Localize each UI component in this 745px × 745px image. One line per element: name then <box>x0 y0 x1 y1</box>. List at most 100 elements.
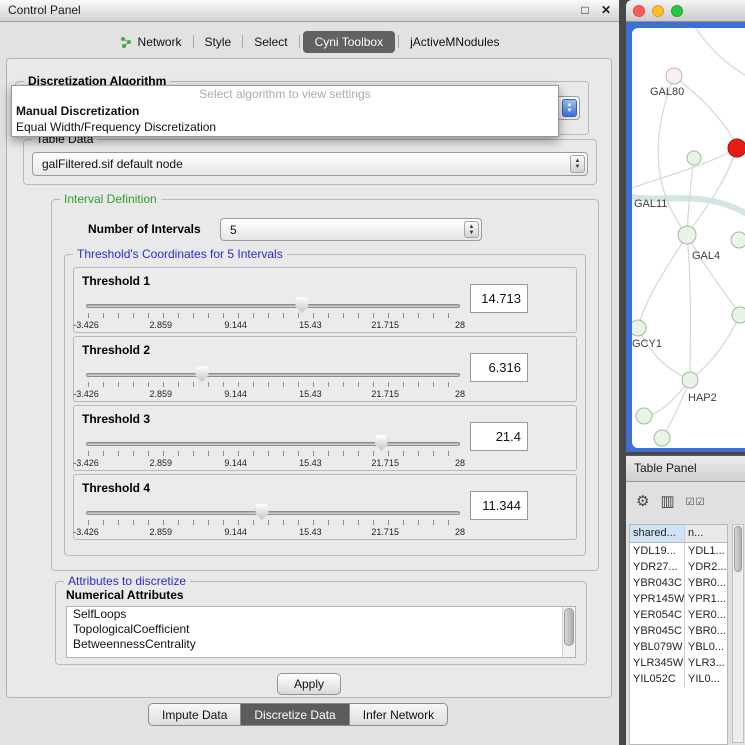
dropdown-prompt: Select algorithm to view settings <box>12 86 558 103</box>
combo-stepper-icon[interactable]: ▲▼ <box>562 99 577 117</box>
threshold-row-2: Threshold 2 -3.426 2.859 9.144 15.43 21.… <box>73 336 577 402</box>
network-node[interactable] <box>666 68 682 84</box>
scrollbar-thumb[interactable] <box>564 608 574 646</box>
attributes-group: Attributes to discretize Numerical Attri… <box>55 581 587 665</box>
tab-select[interactable]: Select <box>246 32 295 52</box>
network-node[interactable] <box>687 151 701 165</box>
table-data-select[interactable]: galFiltered.sif default node ▲▼ <box>32 152 588 176</box>
network-node-selected[interactable] <box>728 139 745 157</box>
slider-ticks <box>88 313 458 318</box>
node-label: GAL11 <box>634 198 667 210</box>
node-label: HAP2 <box>688 392 717 404</box>
screen: Control Panel □ ✕ Network Style Select C… <box>0 0 745 745</box>
table-row[interactable]: YPR145WYPR1... <box>630 591 727 607</box>
table-row[interactable]: YBL079WYBL0... <box>630 639 727 655</box>
table-row[interactable]: YBR043CYBR0... <box>630 575 727 591</box>
dropdown-option-manual[interactable]: Manual Discretization <box>12 103 558 119</box>
threshold-1-slider[interactable]: -3.426 2.859 9.144 15.43 21.715 28 <box>86 296 460 330</box>
list-item[interactable]: BetweennessCentrality <box>67 637 575 652</box>
bottom-tab-bar: Impute Data Discretize Data Infer Networ… <box>148 703 448 726</box>
table-row[interactable]: YER054CYER0... <box>630 607 727 623</box>
slider-thumb[interactable] <box>195 366 208 382</box>
number-of-intervals-label: Number of Intervals <box>88 222 201 236</box>
combo-stepper-icon[interactable]: ▲▼ <box>464 221 479 238</box>
close-button[interactable] <box>633 5 645 17</box>
settings-gear-icon[interactable]: ⚙ <box>636 491 649 513</box>
tab-jactivemnodules[interactable]: jActiveMNodules <box>402 32 507 52</box>
tab-cyni-toolbox[interactable]: Cyni Toolbox <box>303 31 395 53</box>
interval-definition-group: Interval Definition Number of Intervals … <box>51 199 599 571</box>
threshold-2-label: Threshold 2 <box>82 343 150 357</box>
slider-thumb[interactable] <box>255 504 268 520</box>
threshold-4-label: Threshold 4 <box>82 481 150 495</box>
threshold-1-label: Threshold 1 <box>82 274 150 288</box>
threshold-4-slider[interactable]: -3.426 2.859 9.144 15.43 21.715 28 <box>86 503 460 537</box>
top-tab-bar: Network Style Select Cyni Toolbox jActiv… <box>0 29 619 54</box>
table-panel-title: Table Panel <box>634 461 697 475</box>
threshold-3-slider[interactable]: -3.426 2.859 9.144 15.43 21.715 28 <box>86 434 460 468</box>
apply-button[interactable]: Apply <box>277 673 341 695</box>
dropdown-option-equal-width[interactable]: Equal Width/Frequency Discretization <box>12 119 558 135</box>
node-label: GAL80 <box>650 86 684 98</box>
select-columns-icon[interactable]: ☑☑ <box>686 490 706 514</box>
threshold-2-value[interactable]: 6.316 <box>470 353 528 382</box>
threshold-row-1: Threshold 1 -3.426 2.859 9.144 15.43 21.… <box>73 267 577 333</box>
slider-track[interactable] <box>86 373 460 377</box>
table-row[interactable]: YDL19...YDL1... <box>630 543 727 559</box>
network-node[interactable] <box>682 372 698 388</box>
tab-network-label: Network <box>138 35 182 49</box>
list-item[interactable]: SelfLoops <box>67 607 575 622</box>
network-node[interactable] <box>654 430 670 446</box>
attributes-list[interactable]: SelfLoops TopologicalCoefficient Between… <box>66 606 576 658</box>
tab-infer-network[interactable]: Infer Network <box>349 704 447 725</box>
table-scrollbar[interactable] <box>732 524 744 743</box>
slider-thumb[interactable] <box>295 297 308 313</box>
slider-scale: -3.426 2.859 9.144 15.43 21.715 28 <box>86 389 460 399</box>
table-row[interactable]: YLR345WYLR3... <box>630 655 727 671</box>
network-node[interactable] <box>731 232 745 248</box>
node-label: GAL4 <box>692 250 720 262</box>
cyni-toolbox-panel: Discretization Algorithm ▲▼ Select algor… <box>6 58 612 698</box>
attributes-scrollbar[interactable] <box>562 607 575 657</box>
tab-network[interactable]: Network <box>112 32 190 52</box>
table-data-group: Table Data galFiltered.sif default node … <box>23 139 597 185</box>
threshold-2-slider[interactable]: -3.426 2.859 9.144 15.43 21.715 28 <box>86 365 460 399</box>
minimize-button[interactable] <box>652 5 664 17</box>
tab-separator <box>193 35 194 48</box>
close-icon[interactable]: ✕ <box>601 3 611 17</box>
network-node[interactable] <box>678 226 696 244</box>
tab-discretize-data[interactable]: Discretize Data <box>240 704 348 725</box>
slider-thumb[interactable] <box>375 435 388 451</box>
threshold-3-value[interactable]: 21.4 <box>470 422 528 451</box>
column-header-shared[interactable]: shared... <box>630 525 685 542</box>
list-item[interactable]: TopologicalCoefficient <box>67 622 575 637</box>
table-row[interactable]: YIL052CYIL0... <box>630 671 727 687</box>
threshold-1-value[interactable]: 14.713 <box>470 284 528 313</box>
combo-stepper-icon[interactable]: ▲▼ <box>570 155 585 173</box>
network-node[interactable] <box>732 307 745 323</box>
threshold-4-value[interactable]: 11.344 <box>470 491 528 520</box>
control-panel-titlebar[interactable]: Control Panel □ ✕ <box>0 0 619 22</box>
columns-icon[interactable]: ▥ <box>660 491 674 513</box>
network-window-titlebar[interactable] <box>626 0 745 22</box>
table-header-row: shared... n... <box>630 525 727 543</box>
tab-separator <box>242 35 243 48</box>
zoom-button[interactable] <box>671 5 683 17</box>
network-canvas[interactable]: GAL80 GAL11 GAL4 GCY1 HAP2 <box>632 28 745 448</box>
table-panel-header[interactable]: Table Panel <box>626 455 745 482</box>
minimize-icon[interactable]: □ <box>581 3 588 17</box>
slider-track[interactable] <box>86 442 460 446</box>
scrollbar-thumb[interactable] <box>734 526 742 572</box>
table-row[interactable]: YBR045CYBR0... <box>630 623 727 639</box>
network-node[interactable] <box>636 408 652 424</box>
table-panel: ⚙ ▥ ☑☑ shared... n... YDL19...YDL1... YD… <box>626 482 745 745</box>
table-row[interactable]: YDR27...YDR2... <box>630 559 727 575</box>
tab-impute-data[interactable]: Impute Data <box>149 704 240 725</box>
tab-style[interactable]: Style <box>197 32 240 52</box>
network-node[interactable] <box>632 320 646 336</box>
slider-track[interactable] <box>86 511 460 515</box>
algorithm-dropdown-popup: Select algorithm to view settings Manual… <box>11 85 559 137</box>
slider-track[interactable] <box>86 304 460 308</box>
number-of-intervals-select[interactable]: 5 ▲▼ <box>220 218 482 241</box>
column-header-name[interactable]: n... <box>685 525 727 542</box>
